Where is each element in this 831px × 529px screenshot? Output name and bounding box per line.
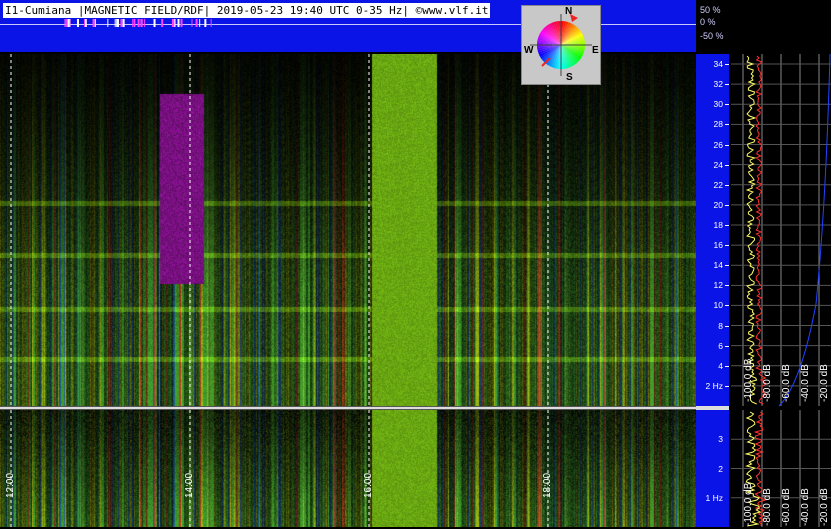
time-tick-label: 18:00 [542, 472, 553, 498]
spectrum-avg-line [745, 55, 758, 405]
freq-tick-mark [725, 224, 729, 226]
freq-tick-label: 26 [713, 139, 723, 150]
freq-tick-label: 24 [713, 159, 723, 170]
freq-tick-mark [725, 365, 729, 367]
freq-tick-mark [725, 104, 729, 106]
db-tick-label-zoom: -20.0 dB [819, 488, 830, 526]
rdf-mark [83, 19, 85, 27]
compass-s-label: S [566, 72, 573, 83]
waterfall-main [0, 54, 696, 406]
spectrogram-window: I1-Cumiana |MAGNETIC FIELD/RDF| 2019-05-… [0, 0, 831, 529]
freq-tick-label: 8 [718, 320, 723, 331]
rdf-mark [172, 19, 175, 27]
db-tick-label-zoom: -100.0 dB [743, 482, 754, 526]
compass-n-label: N [565, 6, 573, 17]
freq-tick-mark [725, 305, 729, 307]
rdf-mark [117, 19, 120, 27]
freq-tick-mark [725, 144, 729, 146]
rdf-mark [140, 19, 143, 27]
rdf-mark [191, 19, 193, 27]
freq-tick-label-zoom: 2 [718, 463, 723, 474]
freq-tick-label: 28 [713, 119, 723, 130]
pct-label-0: 0 % [700, 17, 716, 27]
rdf-mark [132, 19, 134, 27]
freq-tick-mark [725, 385, 729, 387]
freq-tick-mark [725, 84, 729, 86]
freq-tick-label: 2 Hz [705, 380, 723, 391]
compass-rose-icon [530, 14, 592, 76]
waterfall-zoom [0, 410, 696, 527]
freq-tick-mark [725, 204, 729, 206]
freq-axis-main: 2 Hz 4 6 8 10 12 14 16 18 20 22 24 26 28 30 32 34 [696, 54, 729, 406]
rdf-mark [161, 19, 164, 27]
freq-tick-label: 16 [713, 240, 723, 251]
rdf-compass: N S E W [521, 5, 601, 85]
freq-tick-mark [725, 325, 729, 327]
db-tick-label-zoom: -60.0 dB [781, 488, 792, 526]
freq-tick-mark [725, 184, 729, 186]
freq-tick-label: 22 [713, 179, 723, 190]
compass-e-label: E [592, 45, 599, 56]
rdf-mark [64, 19, 66, 27]
rdf-mark [67, 19, 70, 27]
pct-label-minus-50: -50 % [700, 31, 724, 41]
freq-tick-mark [725, 124, 729, 126]
rdf-mark [195, 19, 198, 27]
freq-tick-label: 12 [713, 280, 723, 291]
freq-tick-label: 6 [718, 340, 723, 351]
time-tick-label: 14:00 [184, 472, 195, 498]
freq-tick-mark [725, 64, 729, 66]
freq-tick-label: 30 [713, 99, 723, 110]
freq-tick-label: 34 [713, 59, 723, 70]
rdf-mark [134, 19, 136, 27]
rdf-mark [153, 19, 156, 27]
spectrum-plot [731, 54, 831, 527]
freq-tick-label: 10 [713, 300, 723, 311]
freq-tick-label: 18 [713, 219, 723, 230]
rdf-mark [107, 19, 109, 27]
freq-tick-mark [725, 245, 729, 247]
freq-tick-label: 14 [713, 260, 723, 271]
freq-tick-mark [725, 265, 729, 267]
db-tick-label: -100.0 dB [743, 358, 754, 402]
time-tick-label: 16:00 [363, 472, 374, 498]
rdf-mark [180, 19, 183, 27]
time-tick-label: 12:00 [5, 472, 16, 498]
rdf-mark [210, 19, 212, 27]
rdf-mark [94, 19, 96, 27]
freq-tick-label: 4 [718, 360, 723, 371]
rdf-mark [199, 19, 201, 27]
rdf-mark [120, 19, 123, 27]
freq-tick-label-zoom: 3 [718, 434, 723, 445]
rdf-mark [144, 19, 146, 27]
db-tick-label: -20.0 dB [819, 364, 830, 402]
compass-w-label: W [524, 45, 534, 56]
rdf-mark [84, 19, 87, 27]
db-tick-label: -60.0 dB [781, 364, 792, 402]
freq-tick-label-zoom: 1 Hz [705, 492, 723, 503]
freq-tick-label: 20 [713, 199, 723, 210]
rdf-mark [114, 19, 116, 27]
rdf-mark [122, 19, 125, 27]
db-tick-label: -80.0 dB [762, 364, 773, 402]
freq-tick-mark [725, 285, 729, 287]
spectrum-peak-line [755, 55, 768, 405]
rdf-mark [77, 19, 80, 27]
db-tick-label-zoom: -80.0 dB [762, 488, 773, 526]
freq-tick-mark [725, 164, 729, 166]
rdf-mark [177, 19, 180, 27]
freq-tick-mark [725, 345, 729, 347]
rdf-mark [204, 19, 207, 27]
freq-axis-zoom: 1 Hz 2 3 [696, 410, 729, 527]
spectrum-envelope [778, 54, 831, 407]
db-tick-label: -40.0 dB [800, 364, 811, 402]
freq-tick-label: 32 [713, 79, 723, 90]
rdf-mark [92, 19, 95, 27]
db-tick-label-zoom: -40.0 dB [800, 488, 811, 526]
rdf-mark [137, 19, 140, 27]
pct-label-50: 50 % [700, 5, 721, 15]
